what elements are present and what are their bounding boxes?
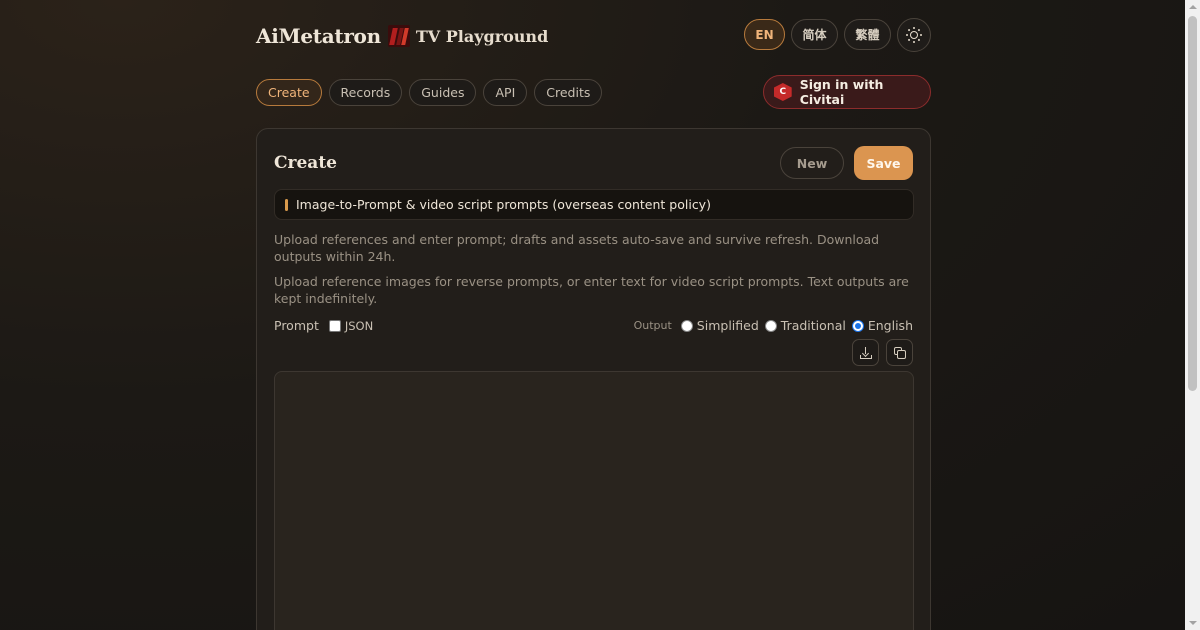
radio-simplified[interactable] [680, 319, 693, 332]
description-usage: Upload reference images for reverse prom… [274, 274, 909, 306]
lang-en-button[interactable]: EN [744, 19, 785, 50]
brand-subtitle: TV Playground [415, 26, 549, 46]
scroll-down-arrow-icon[interactable] [1189, 621, 1197, 625]
notice-accent-bar [285, 198, 288, 211]
new-button[interactable]: New [780, 147, 844, 179]
brand-name: AiMetatron [256, 24, 381, 48]
main-nav: Create Records Guides API Credits [256, 79, 603, 106]
output-option-english[interactable]: English [851, 318, 913, 333]
output-label: Output [633, 319, 672, 332]
nav-create[interactable]: Create [256, 79, 322, 106]
brand-logo-icon [387, 25, 410, 47]
sun-icon [906, 27, 922, 43]
page-scrollbar[interactable] [1185, 0, 1200, 630]
save-button[interactable]: Save [854, 146, 913, 180]
download-button[interactable] [852, 339, 879, 366]
output-language-group: Output Simplified Traditional English [634, 318, 913, 333]
scroll-up-arrow-icon[interactable] [1189, 5, 1197, 9]
output-option-traditional[interactable]: Traditional [764, 318, 846, 333]
policy-notice: Image-to-Prompt & video script prompts (… [274, 189, 914, 220]
create-card: Create New Save Image-to-Prompt & video … [256, 128, 931, 630]
nav-credits[interactable]: Credits [534, 79, 603, 106]
lang-simplified-button[interactable]: 简体 [791, 19, 838, 50]
notice-text: Image-to-Prompt & video script prompts (… [296, 197, 711, 212]
json-label[interactable]: JSON [345, 319, 373, 333]
radio-english[interactable] [851, 319, 864, 332]
radio-traditional[interactable] [764, 319, 777, 332]
civitai-logo-icon: C [774, 83, 792, 101]
sign-in-label: Sign in with Civitai [799, 77, 884, 107]
brand[interactable]: AiMetatron TV Playground [256, 22, 548, 50]
download-icon [859, 346, 872, 359]
language-switcher: EN 简体 繁體 [744, 18, 931, 52]
description-autosave: Upload references and enter prompt; draf… [274, 232, 880, 264]
theme-toggle-button[interactable] [897, 18, 931, 52]
scrollbar-thumb[interactable] [1188, 16, 1197, 391]
nav-records[interactable]: Records [328, 79, 403, 106]
nav-guides[interactable]: Guides [409, 79, 477, 106]
nav-api[interactable]: API [483, 79, 528, 106]
sign-in-civitai-button[interactable]: C Sign in with Civitai [763, 75, 931, 109]
output-option-simplified[interactable]: Simplified [680, 318, 759, 333]
copy-icon [893, 346, 906, 359]
prompt-textarea[interactable] [274, 371, 914, 630]
prompt-label: Prompt [274, 318, 319, 333]
lang-traditional-button[interactable]: 繁體 [844, 19, 891, 50]
copy-button[interactable] [886, 339, 913, 366]
card-title: Create [274, 153, 337, 173]
json-checkbox[interactable] [328, 319, 341, 332]
prompt-row: Prompt JSON [274, 318, 373, 333]
